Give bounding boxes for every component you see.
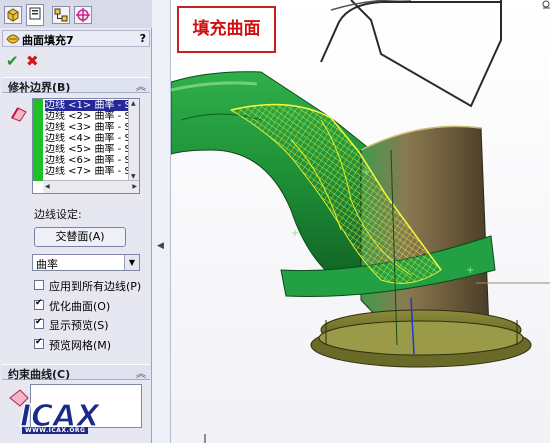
collapse-chevron-icon[interactable]: ︽ xyxy=(136,365,146,380)
list-vertical-scrollbar[interactable]: ▲ ▼ xyxy=(128,99,139,181)
svg-text:+: + xyxy=(466,265,474,276)
annotation-caption: 填充曲面 xyxy=(177,6,276,53)
list-item[interactable]: 边线 <1> 曲率 - S xyxy=(45,100,131,111)
dimxpert-icon xyxy=(76,8,90,22)
feature-title: 曲面填充7 xyxy=(22,34,74,47)
scroll-left-icon[interactable]: ◀ xyxy=(45,183,50,190)
list-horizontal-scrollbar[interactable]: ◀ ▶ xyxy=(43,180,139,193)
property-manager-tab[interactable] xyxy=(26,4,44,26)
x-icon[interactable]: ✖ xyxy=(26,52,39,70)
list-item[interactable]: 边线 <5> 曲率 - S xyxy=(45,144,131,155)
help-button[interactable]: ? xyxy=(140,32,146,45)
property-manager-icon xyxy=(29,7,41,20)
panel-splitter[interactable]: ◀ xyxy=(152,0,171,443)
fill-surface-icon xyxy=(6,34,20,44)
feature-title-bar: 曲面填充7 ? xyxy=(2,30,150,47)
svg-text:+: + xyxy=(291,228,299,239)
edge-selection-icon xyxy=(11,107,27,122)
optimize-surface-label: 优化曲面(O) xyxy=(49,300,111,313)
list-item[interactable]: 边线 <3> 曲率 - S xyxy=(45,122,131,133)
selection-active-bar xyxy=(33,99,43,181)
list-item[interactable]: 边线 <4> 曲率 - S xyxy=(45,133,131,144)
boundary-edge-list[interactable]: 边线 <1> 曲率 - S 边线 <2> 曲率 - S 边线 <3> 曲率 - … xyxy=(32,98,140,194)
scroll-down-icon[interactable]: ▼ xyxy=(131,173,136,180)
watermark-url: WWW.ICAX.ORG xyxy=(22,427,89,434)
graphics-viewport[interactable]: + + + xyxy=(171,0,550,443)
svg-text:+: + xyxy=(362,167,370,178)
list-item[interactable]: 边线 <2> 曲率 - S xyxy=(45,111,131,122)
patch-boundary-header[interactable]: 修补边界(B) ︽ xyxy=(2,77,150,94)
apply-all-edges-checkbox[interactable] xyxy=(34,280,44,290)
dropdown-arrow-icon[interactable]: ▼ xyxy=(124,255,139,270)
curvature-value: 曲率 xyxy=(36,258,58,271)
feature-manager-tab[interactable] xyxy=(4,6,22,24)
dimxpert-tab[interactable] xyxy=(74,6,92,24)
edge-settings-label: 边线设定: xyxy=(34,208,82,221)
show-preview-label: 显示预览(S) xyxy=(49,319,109,332)
apply-all-edges-label: 应用到所有边线(P) xyxy=(49,280,142,293)
cad-model-view[interactable]: + + + xyxy=(171,0,550,443)
preview-mesh-label: 预览网格(M) xyxy=(49,339,112,352)
optimize-surface-checkbox[interactable] xyxy=(34,298,44,310)
show-preview-checkbox[interactable] xyxy=(34,317,44,329)
patch-boundary-title: 修补边界(B) xyxy=(8,81,71,94)
swap-face-button[interactable]: 交替面(A) xyxy=(34,227,126,247)
manager-tabs xyxy=(0,0,152,28)
scroll-right-icon[interactable]: ▶ xyxy=(132,183,137,190)
collapse-chevron-icon[interactable]: ︽ xyxy=(136,78,146,93)
preview-mesh-checkbox[interactable] xyxy=(34,337,44,349)
curvature-dropdown[interactable]: 曲率 ▼ xyxy=(32,254,140,271)
feature-manager-icon xyxy=(7,8,19,22)
list-item[interactable]: 边线 <7> 曲率 - S xyxy=(45,166,131,177)
configuration-manager-tab[interactable] xyxy=(52,6,70,24)
configuration-manager-icon xyxy=(54,8,68,22)
property-manager-panel: 曲面填充7 ? ✔ ✖ 修补边界(B) ︽ 边线 <1> 曲率 - S 边线 <… xyxy=(0,0,152,443)
scroll-up-icon[interactable]: ▲ xyxy=(131,100,136,107)
check-icon[interactable]: ✔ xyxy=(6,52,19,70)
splitter-grip-icon[interactable]: ◀ xyxy=(157,241,164,251)
constraint-curves-header[interactable]: 约束曲线(C) ︽ xyxy=(2,364,150,381)
list-item[interactable]: 边线 <6> 曲率 - S xyxy=(45,155,131,166)
